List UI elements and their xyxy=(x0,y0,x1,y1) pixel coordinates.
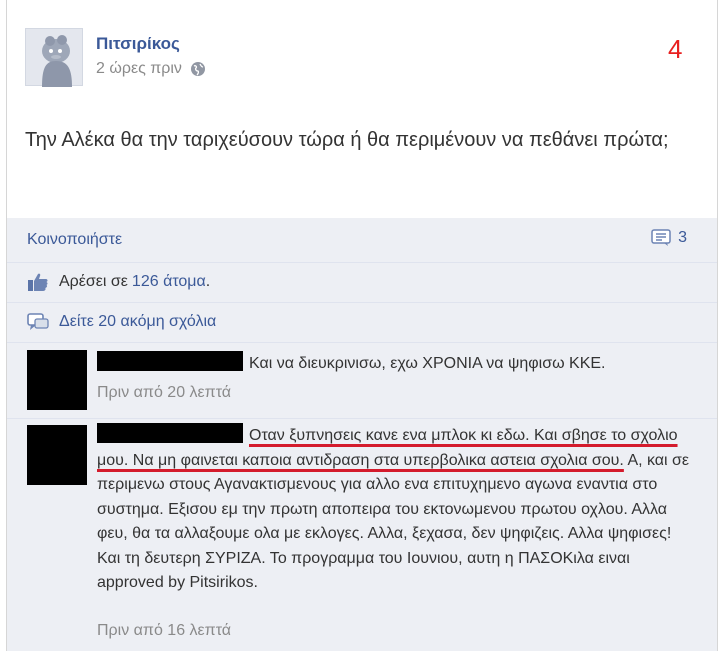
comments-icon xyxy=(651,229,671,246)
comment-count-button[interactable]: 3 xyxy=(651,229,687,247)
commenter-avatar-redacted[interactable] xyxy=(27,425,87,485)
post-text: Την Αλέκα θα την ταριχεύσουν τώρα ή θα π… xyxy=(25,129,669,151)
annotation-number: 4 xyxy=(668,34,683,64)
speech-bubbles-icon xyxy=(27,313,49,330)
comment-timestamp[interactable]: Πριν από 20 λεπτά xyxy=(97,384,231,402)
post-timestamp[interactable]: 2 ώρες πριν xyxy=(96,60,182,78)
more-comments-row[interactable]: Δείτε 20 ακόμη σχόλια xyxy=(7,302,717,342)
post-meta: 2 ώρες πριν xyxy=(96,60,206,78)
author-avatar[interactable] xyxy=(25,28,83,87)
share-row: Κοινοποιήστε 3 xyxy=(7,218,717,262)
view-more-comments-link[interactable]: Δείτε 20 ακόμη σχόλια xyxy=(59,313,216,331)
globe-icon xyxy=(190,61,206,77)
like-thumb-icon xyxy=(28,273,48,291)
likes-row: Αρέσει σε 126 άτομα . xyxy=(7,262,717,302)
cartoon-character-icon xyxy=(42,35,72,87)
comment-body: Και να διευκρινισω, εχω ΧΡΟΝΙΑ να ψηφισω… xyxy=(97,351,697,377)
comment-timestamp[interactable]: Πριν από 16 λεπτά xyxy=(97,622,231,640)
comment-body: Οταν ξυπνησεις κανε ενα μπλοκ κι εδω. Κα… xyxy=(97,423,697,596)
likes-count-link[interactable]: 126 άτομα xyxy=(132,273,206,291)
comment-text: Α, και σε περιμενω στους Αγανακτισμενους… xyxy=(97,451,690,592)
comment-item: Και να διευκρινισω, εχω ΧΡΟΝΙΑ να ψηφισω… xyxy=(7,348,717,416)
share-link[interactable]: Κοινοποιήστε xyxy=(27,231,122,249)
feedback-area: Κοινοποιήστε 3 Αρέσει σε 126 άτομα . Δεί… xyxy=(7,218,717,651)
commenter-name-redacted[interactable] xyxy=(97,351,243,371)
comment-count: 3 xyxy=(678,229,687,246)
commenter-avatar-redacted[interactable] xyxy=(27,350,87,410)
divider xyxy=(7,342,717,343)
comment-item: Οταν ξυπνησεις κανε ενα μπλοκ κι εδω. Κα… xyxy=(7,423,717,651)
commenter-name-redacted[interactable] xyxy=(97,423,243,443)
divider xyxy=(7,418,717,419)
facebook-post: Πιτσιρίκος 2 ώρες πριν 4 Την Αλέκα θα τη… xyxy=(6,0,718,651)
author-name[interactable]: Πιτσιρίκος xyxy=(96,34,180,54)
likes-prefix: Αρέσει σε xyxy=(59,273,128,290)
comment-text: Και να διευκρινισω, εχω ΧΡΟΝΙΑ να ψηφισω… xyxy=(249,355,606,372)
likes-suffix: . xyxy=(205,273,211,290)
